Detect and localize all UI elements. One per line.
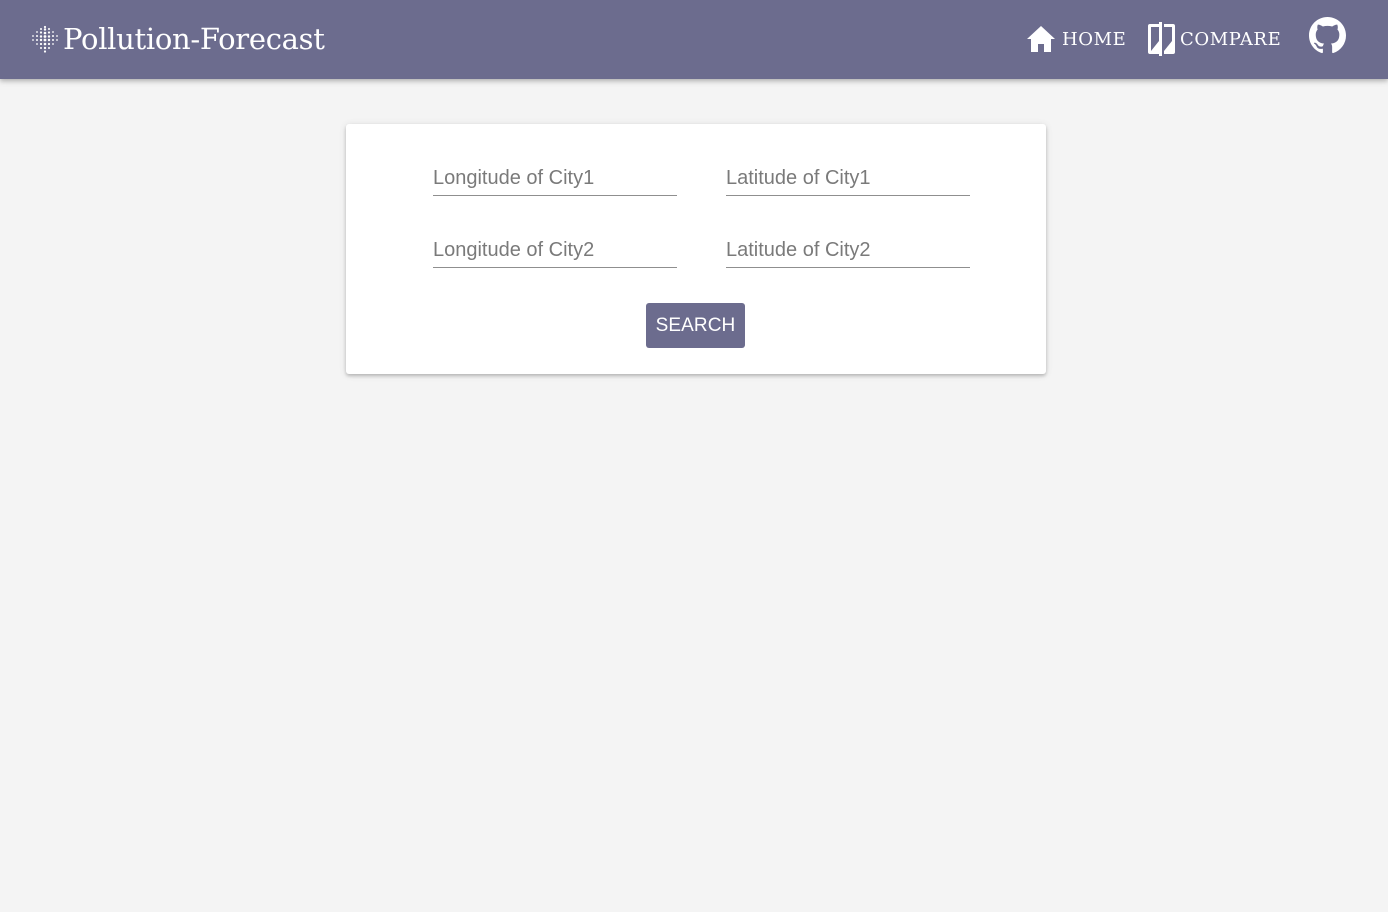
latitude-city1-input[interactable] xyxy=(726,162,970,196)
longitude-city1-input[interactable] xyxy=(433,162,677,196)
nav-home-link[interactable]: HOME xyxy=(1025,20,1126,58)
nav-home-label: HOME xyxy=(1062,28,1127,50)
brand-title: Pollution-Forecast xyxy=(63,22,325,56)
github-link[interactable] xyxy=(1309,17,1346,54)
search-button[interactable]: SEARCH xyxy=(646,303,745,348)
nav-compare-label: COMPARE xyxy=(1180,28,1282,50)
compare-icon xyxy=(1148,22,1175,56)
github-icon xyxy=(1309,17,1346,54)
compare-form-card: SEARCH xyxy=(346,124,1046,374)
top-navbar: Pollution-Forecast HOME COMPARE xyxy=(0,0,1388,79)
latitude-city2-input[interactable] xyxy=(726,234,970,268)
dots-grid-icon xyxy=(32,25,58,53)
nav-compare-link[interactable]: COMPARE xyxy=(1146,20,1281,58)
longitude-city2-input[interactable] xyxy=(433,234,677,268)
home-icon xyxy=(1027,26,1055,52)
brand-link[interactable]: Pollution-Forecast xyxy=(30,18,325,60)
